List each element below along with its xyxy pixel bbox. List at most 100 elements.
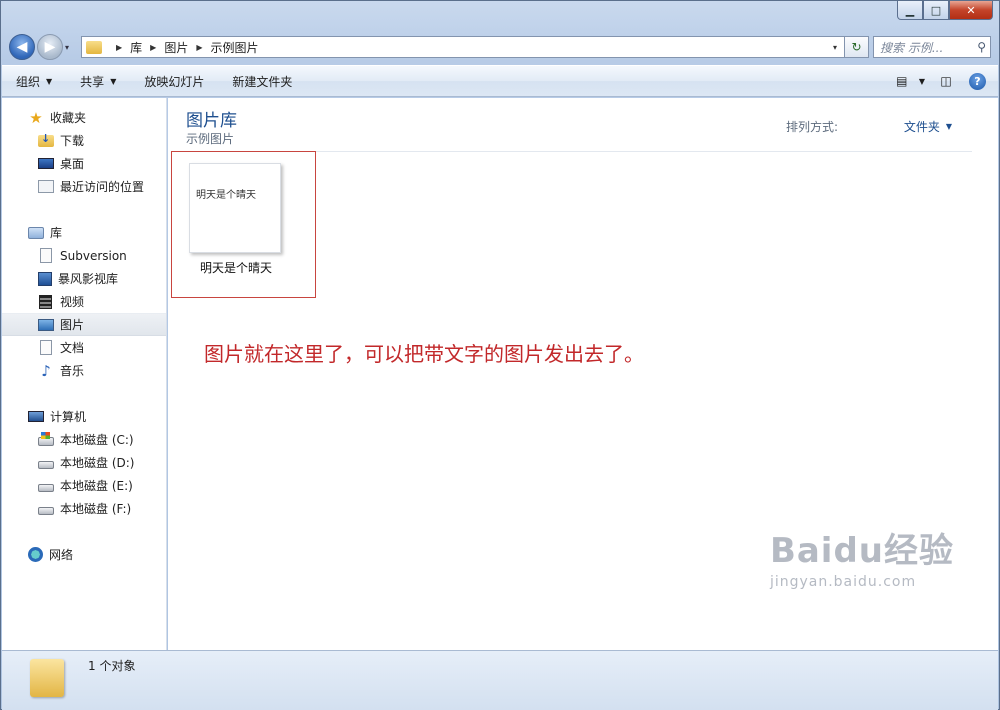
sidebar-item-drive-c[interactable]: 本地磁盘 (C:): [2, 428, 166, 451]
slideshow-button[interactable]: 放映幻灯片: [144, 73, 204, 90]
window-controls: ▁ □ ✕: [897, 1, 993, 20]
change-view-icon[interactable]: ▤: [891, 72, 913, 90]
sidebar-item-favorites[interactable]: ★ 收藏夹: [2, 106, 166, 129]
share-menu[interactable]: 共享 ▼: [80, 73, 116, 90]
drive-icon: [38, 460, 54, 469]
crumb-separator-icon[interactable]: ▶: [196, 43, 202, 52]
refresh-icon: ↻: [851, 40, 862, 54]
search-icon[interactable]: ⚲: [977, 40, 986, 54]
sidebar-item-label: 网络: [49, 548, 74, 562]
file-name[interactable]: 明天是个晴天: [172, 259, 300, 276]
sidebar-item-label: 收藏夹: [50, 111, 87, 125]
file-list-pane: 图片库 示例图片 排列方式: 文件夹 ▼ 明天是个晴天 明天是个晴天 图片就在这里…: [168, 98, 998, 650]
sidebar-item-drive-d[interactable]: 本地磁盘 (D:): [2, 451, 166, 474]
sidebar-item-libraries[interactable]: 库: [2, 221, 166, 244]
sidebar-item-label: 本地磁盘 (D:): [60, 456, 135, 470]
network-group: 网络: [2, 543, 166, 566]
favorites-group: ★ 收藏夹 下载 桌面 最近访问的位置: [2, 106, 166, 198]
back-arrow-icon: ◀: [16, 39, 28, 55]
library-subtitle-link[interactable]: 示例图片: [186, 130, 234, 147]
breadcrumb-pictures[interactable]: 图片: [164, 39, 188, 56]
sidebar-item-label: 桌面: [60, 157, 85, 171]
sidebar-item-pictures[interactable]: 图片: [2, 313, 166, 336]
desktop-icon: [38, 158, 54, 169]
sidebar-item-baofeng-library[interactable]: 暴风影视库: [2, 267, 166, 290]
sidebar-item-label: 最近访问的位置: [60, 180, 145, 194]
sidebar-item-label: 本地磁盘 (E:): [60, 479, 133, 493]
sidebar-item-label: 暴风影视库: [58, 272, 119, 286]
sidebar-item-label: 视频: [60, 295, 85, 309]
breadcrumb-library[interactable]: 库: [130, 39, 142, 56]
explorer-window: ▁ □ ✕ ◀ ▶ ▾ ▶ 库 ▶ 图片 ▶ 示例图片 ▾ ↻ 搜索 示例...…: [0, 0, 1000, 710]
navigation-pane: ★ 收藏夹 下载 桌面 最近访问的位置 库 Subversion 暴风影视库 视频…: [2, 98, 167, 650]
back-button[interactable]: ◀: [9, 34, 35, 60]
search-placeholder: 搜索 示例...: [880, 40, 944, 55]
view-options-caret-icon[interactable]: ▼: [919, 77, 925, 86]
minimize-button[interactable]: ▁: [897, 1, 923, 20]
sidebar-item-computer[interactable]: 计算机: [2, 405, 166, 428]
drive-icon: [38, 506, 54, 515]
maximize-button[interactable]: □: [923, 1, 949, 20]
image-thumbnail[interactable]: 明天是个晴天: [189, 163, 281, 253]
address-row: ◀ ▶ ▾ ▶ 库 ▶ 图片 ▶ 示例图片 ▾ ↻ 搜索 示例... ⚲: [9, 33, 991, 61]
recent-places-icon: [38, 180, 54, 193]
sidebar-item-subversion[interactable]: Subversion: [2, 244, 166, 267]
close-button[interactable]: ✕: [949, 1, 993, 20]
document-icon: [40, 340, 52, 355]
sidebar-item-label: 本地磁盘 (C:): [60, 433, 134, 447]
arrange-by-dropdown[interactable]: 文件夹 ▼: [904, 118, 952, 135]
thumbnail-text: 明天是个晴天: [196, 190, 256, 201]
sidebar-item-label: 下载: [60, 134, 85, 148]
breadcrumb-sample-pictures[interactable]: 示例图片: [211, 39, 259, 56]
caret-down-icon: ▼: [945, 122, 952, 131]
library-icon: [28, 226, 44, 239]
sidebar-item-label: Subversion: [60, 248, 127, 263]
sidebar-item-videos[interactable]: 视频: [2, 290, 166, 313]
sidebar-item-recent-places[interactable]: 最近访问的位置: [2, 175, 166, 198]
address-dropdown-icon[interactable]: ▾: [826, 43, 844, 52]
sidebar-item-music[interactable]: ♪ 音乐: [2, 359, 166, 382]
folder-icon: [86, 40, 102, 54]
computer-group: 计算机 本地磁盘 (C:) 本地磁盘 (D:) 本地磁盘 (E:) 本地磁盘 (…: [2, 405, 166, 520]
refresh-button[interactable]: ↻: [845, 36, 869, 58]
libraries-group: 库 Subversion 暴风影视库 视频 图片 文档 ♪ 音乐: [2, 221, 166, 382]
address-bar[interactable]: ▶ 库 ▶ 图片 ▶ 示例图片 ▾: [81, 36, 845, 58]
forward-button[interactable]: ▶: [37, 34, 63, 60]
search-input[interactable]: 搜索 示例... ⚲: [873, 36, 991, 58]
sidebar-item-downloads[interactable]: 下载: [2, 129, 166, 152]
media-library-icon: [38, 271, 52, 286]
document-icon: [40, 248, 52, 263]
pictures-icon: [38, 318, 54, 331]
drive-icon: [38, 483, 54, 492]
sidebar-item-drive-e[interactable]: 本地磁盘 (E:): [2, 474, 166, 497]
organize-menu[interactable]: 组织 ▼: [16, 73, 52, 90]
annotation-text: 图片就在这里了，可以把带文字的图片发出去了。: [204, 342, 644, 366]
help-icon[interactable]: ?: [969, 72, 986, 90]
arrange-by-value: 文件夹: [903, 120, 940, 134]
sidebar-item-desktop[interactable]: 桌面: [2, 152, 166, 175]
network-icon: [28, 547, 43, 562]
sidebar-item-documents[interactable]: 文档: [2, 336, 166, 359]
toolbar-right: ▤ ▼ ◫ ?: [881, 72, 998, 90]
watermark-url: jingyan.baidu.com: [769, 574, 917, 590]
arrange-by-label: 排列方式:: [785, 120, 838, 134]
recent-pages-dropdown[interactable]: ▾: [65, 43, 77, 52]
film-icon: [39, 294, 52, 309]
baidu-jingyan-watermark: Baidu经验 jingyan.baidu.com: [770, 523, 954, 590]
system-drive-icon: [38, 431, 54, 446]
new-folder-button[interactable]: 新建文件夹: [232, 73, 292, 90]
sidebar-item-drive-f[interactable]: 本地磁盘 (F:): [2, 497, 166, 520]
caret-down-icon: ▼: [110, 76, 117, 86]
crumb-separator-icon[interactable]: ▶: [116, 43, 122, 52]
sidebar-item-label: 文档: [60, 341, 85, 355]
crumb-separator-icon[interactable]: ▶: [150, 43, 156, 52]
caret-down-icon: ▼: [46, 76, 53, 86]
sidebar-item-network[interactable]: 网络: [2, 543, 166, 566]
status-item-count: 1 个对象: [88, 659, 136, 673]
star-icon: ★: [29, 108, 43, 127]
file-item[interactable]: 明天是个晴天 明天是个晴天: [171, 151, 316, 298]
preview-pane-icon[interactable]: ◫: [935, 72, 957, 90]
details-pane: 1 个对象: [2, 650, 998, 710]
watermark-logo: Baidu经验: [769, 531, 954, 571]
sidebar-item-label: 计算机: [50, 410, 87, 424]
